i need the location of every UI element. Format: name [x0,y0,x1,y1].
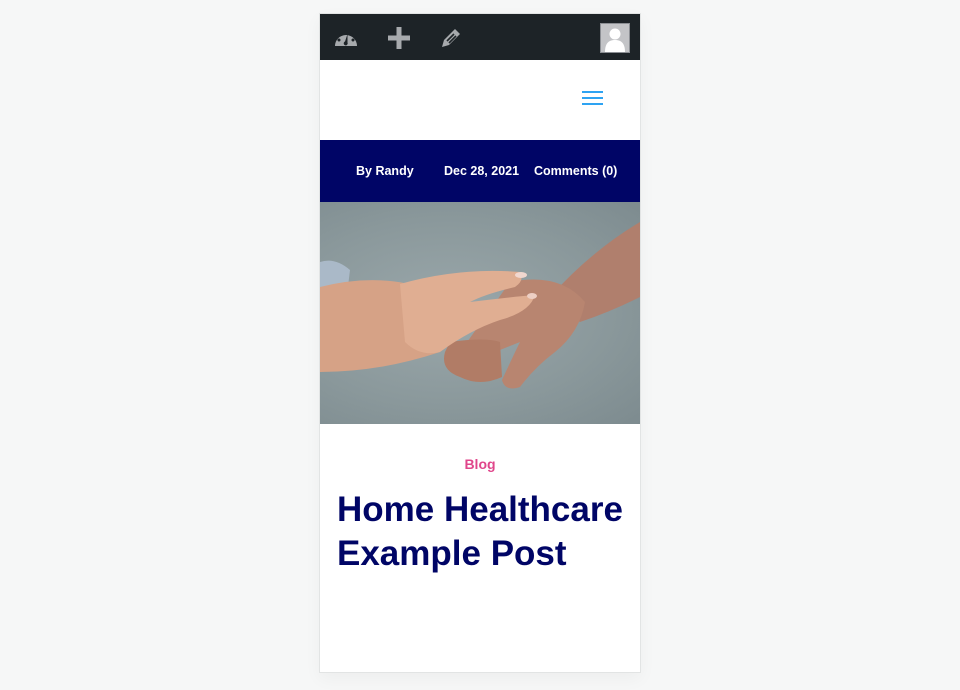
admin-toolbar [320,14,640,60]
dashboard-gauge-icon [335,30,357,46]
hands-illustration [320,222,640,389]
user-avatar-icon [605,28,625,52]
site-header [320,60,640,140]
admin-new-button[interactable] [386,25,412,51]
admin-edit-button[interactable] [438,25,464,51]
admin-dashboard-button[interactable] [333,25,359,51]
featured-image [320,202,640,424]
plus-icon [388,27,410,49]
admin-account-button[interactable] [600,23,630,53]
menu-line [582,91,603,93]
mobile-page-frame: By Randy Dec 28, 2021 Comments (0) Blog … [319,13,641,673]
hamburger-menu-icon[interactable] [582,91,603,106]
pencil-icon [442,29,460,47]
menu-line [582,97,603,99]
post-comments-link[interactable]: Comments (0) [534,164,617,178]
post-category-link[interactable]: Blog [320,456,640,472]
post-author: By Randy [356,164,414,178]
menu-line [582,103,603,105]
post-meta-bar: By Randy Dec 28, 2021 Comments (0) [320,140,640,202]
post-title: Home Healthcare Example Post [337,490,623,573]
post-date: Dec 28, 2021 [444,164,520,178]
